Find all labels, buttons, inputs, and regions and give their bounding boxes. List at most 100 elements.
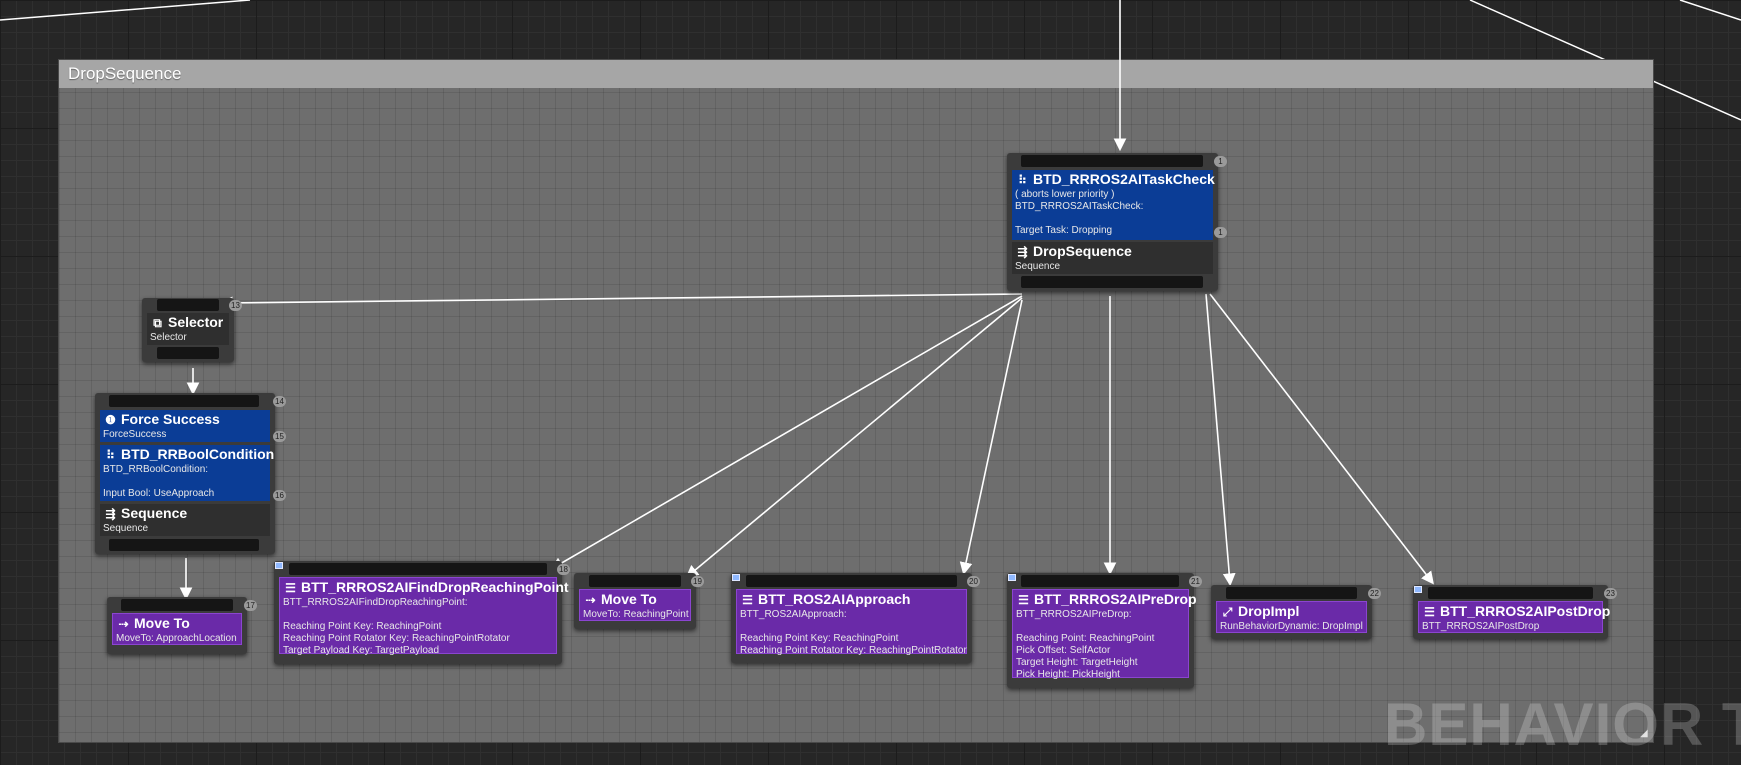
input-pin[interactable] (1428, 587, 1593, 599)
composite-title: Sequence (121, 505, 188, 521)
sequence-composite[interactable]: ⇶ Sequence Sequence (100, 504, 270, 536)
input-pin[interactable] (109, 395, 259, 407)
moveto-task[interactable]: ⇢ Move To MoveTo: ReachingPoint (579, 589, 691, 621)
decorator-line (100, 476, 270, 488)
decorator-line: BTD_RRROS2AITaskCheck: (1015, 201, 1144, 212)
wire-root-postdrop (1209, 293, 1434, 585)
selector-composite[interactable]: ⧉ Selector Selector (147, 313, 229, 345)
task-line: Pick Offset: SelfActor (1016, 645, 1111, 656)
execution-index-badge: 20 (967, 576, 980, 587)
task-icon: ☰ (1424, 605, 1435, 619)
breakpoint-flag (1414, 586, 1422, 593)
task-line: BTT_RRROS2AIPostDrop (1422, 621, 1540, 632)
task-line: BTT_RRROS2AIPreDrop: (1016, 609, 1132, 620)
decorator-line (1012, 213, 1213, 225)
task-icon: ☰ (742, 593, 753, 607)
selector-subtitle: Selector (150, 332, 187, 343)
task-title: Move To (134, 615, 190, 631)
input-pin[interactable] (1021, 575, 1179, 587)
decorator-line: ( aborts lower priority ) (1015, 189, 1115, 200)
predrop-node[interactable]: 21 ☰ BTT_RRROS2AIPreDrop BTT_RRROS2AIPreD… (1007, 573, 1202, 688)
decorator-index-badge: 1 (1214, 227, 1227, 238)
breakpoint-flag (275, 562, 283, 569)
wire-root-selector (219, 293, 1023, 310)
decorator-line: Target Task: Dropping (1015, 225, 1113, 236)
execution-index-badge: 17 (244, 600, 257, 611)
output-pin[interactable] (1021, 276, 1203, 288)
task-line: RunBehaviorDynamic: DropImpl (1220, 621, 1363, 632)
task-icon: ☰ (1018, 593, 1029, 607)
task-line (1013, 621, 1188, 633)
selector-icon: ⧉ (153, 316, 162, 330)
force-success-decorator[interactable]: ❶ Force Success ForceSuccess (100, 410, 270, 442)
task-line (280, 609, 556, 621)
bool-condition-decorator[interactable]: ⠷ BTD_RRBoolCondition BTD_RRBoolCondition… (100, 445, 274, 501)
composite-title: DropSequence (1033, 243, 1132, 259)
task-line: Reaching Point Key: ReachingPoint (283, 621, 442, 632)
sequence-icon: ⇶ (1017, 245, 1028, 259)
postdrop-node[interactable]: 23 ☰ BTT_RRROS2AIPostDrop BTT_RRROS2AIPos… (1413, 585, 1617, 639)
postdrop-task[interactable]: ☰ BTT_RRROS2AIPostDrop BTT_RRROS2AIPostDr… (1418, 601, 1610, 633)
output-pin[interactable] (157, 347, 219, 359)
task-title: BTT_RRROS2AIPostDrop (1440, 603, 1611, 619)
task-line: Reaching Point Rotator Key: ReachingPoin… (283, 633, 510, 644)
moveto-icon: ⇢ (118, 617, 129, 631)
decorator-index-badge: 16 (273, 490, 286, 501)
approach-task[interactable]: ☰ BTT_ROS2AIApproach BTT_ROS2AIApproach: … (736, 589, 967, 656)
moveto-approach-node[interactable]: 17 ⇢ Move To MoveTo: ApproachLocation (107, 597, 257, 654)
sequence-composite[interactable]: ⇶ DropSequence Sequence (1012, 242, 1213, 274)
input-pin[interactable] (589, 575, 681, 587)
breakpoint-flag (1008, 574, 1016, 581)
input-pin[interactable] (157, 299, 219, 311)
force-success-icon: ❶ (105, 413, 116, 427)
moveto-reaching-point-node[interactable]: 19 ⇢ Move To MoveTo: ReachingPoint (574, 573, 704, 629)
decorator-title: BTD_RRBoolCondition (121, 446, 275, 462)
execution-index-badge: 18 (557, 564, 570, 575)
task-title: DropImpl (1238, 603, 1300, 619)
wire-root-find (550, 295, 1023, 570)
execution-index-badge: 23 (1604, 588, 1617, 599)
task-line: Target Height: TargetHeight (1016, 657, 1138, 668)
dropimpl-task[interactable]: ⤢ DropImpl RunBehaviorDynamic: DropImpl (1216, 601, 1367, 633)
composite-subtitle: Sequence (103, 523, 149, 534)
task-line (737, 621, 966, 633)
execution-index-badge: 19 (691, 576, 704, 587)
input-pin[interactable] (289, 563, 547, 575)
task-icon: ☰ (285, 581, 296, 595)
input-pin[interactable] (1021, 155, 1203, 167)
output-pin[interactable] (109, 539, 259, 551)
input-pin[interactable] (121, 599, 233, 611)
decorator-subtitle: ForceSuccess (103, 429, 167, 440)
task-line: Target Payload Key: TargetPayload (283, 645, 440, 656)
execution-index-badge: 22 (1368, 588, 1381, 599)
run-behavior-icon: ⤢ (1222, 605, 1233, 619)
approach-node[interactable]: 20 ☰ BTT_ROS2AIApproach BTT_ROS2AIApproac… (731, 573, 980, 663)
task-title: Move To (601, 591, 657, 607)
task-line: Pick Height: PickHeight (1016, 669, 1120, 680)
task-line: Reaching Point: ReachingPoint (1016, 633, 1155, 644)
execution-index-badge: 14 (273, 396, 286, 407)
decorator-title: BTD_RRROS2AITaskCheck (1033, 171, 1215, 187)
breakpoint-flag (732, 574, 740, 581)
task-title: BTT_RRROS2AIFindDropReachingPoint (301, 579, 569, 595)
decorator-index-badge: 15 (273, 431, 286, 442)
find-drop-reaching-point-node[interactable]: 18 ☰ BTT_RRROS2AIFindDropReachingPoint BT… (274, 561, 570, 664)
decorator-line: BTD_RRBoolCondition: (103, 464, 209, 475)
behavior-tree-watermark: BEHAVIOR TRE (1384, 691, 1741, 758)
execution-index-badge: 13 (229, 300, 242, 311)
task-line: BTT_ROS2AIApproach: (740, 609, 847, 620)
moveto-task[interactable]: ⇢ Move To MoveTo: ApproachLocation (112, 613, 242, 645)
input-pin[interactable] (1226, 587, 1357, 599)
task-check-decorator[interactable]: ⠷ BTD_RRROS2AITaskCheck ( aborts lower pr… (1012, 170, 1215, 240)
approach-sequence-node[interactable]: 14 ❶ Force Success ForceSuccess 15 ⠷ BTD_R… (95, 393, 286, 554)
decorator-icon: ⠷ (106, 448, 115, 462)
dropimpl-node[interactable]: 22 ⤢ DropImpl RunBehaviorDynamic: DropImp… (1211, 585, 1381, 639)
predrop-task[interactable]: ☰ BTT_RRROS2AIPreDrop BTT_RRROS2AIPreDrop… (1012, 589, 1197, 680)
selector-node[interactable]: 13 ⧉ Selector Selector (142, 298, 242, 362)
task-subtitle: MoveTo: ApproachLocation (116, 633, 237, 644)
input-pin[interactable] (746, 575, 957, 587)
decorator-title: Force Success (121, 411, 220, 427)
task-line: MoveTo: ReachingPoint (583, 609, 689, 620)
find-drop-task[interactable]: ☰ BTT_RRROS2AIFindDropReachingPoint BTT_R… (279, 577, 569, 656)
drop-sequence-node[interactable]: 1 ⠷ BTD_RRROS2AITaskCheck ( aborts lower … (1007, 153, 1227, 291)
